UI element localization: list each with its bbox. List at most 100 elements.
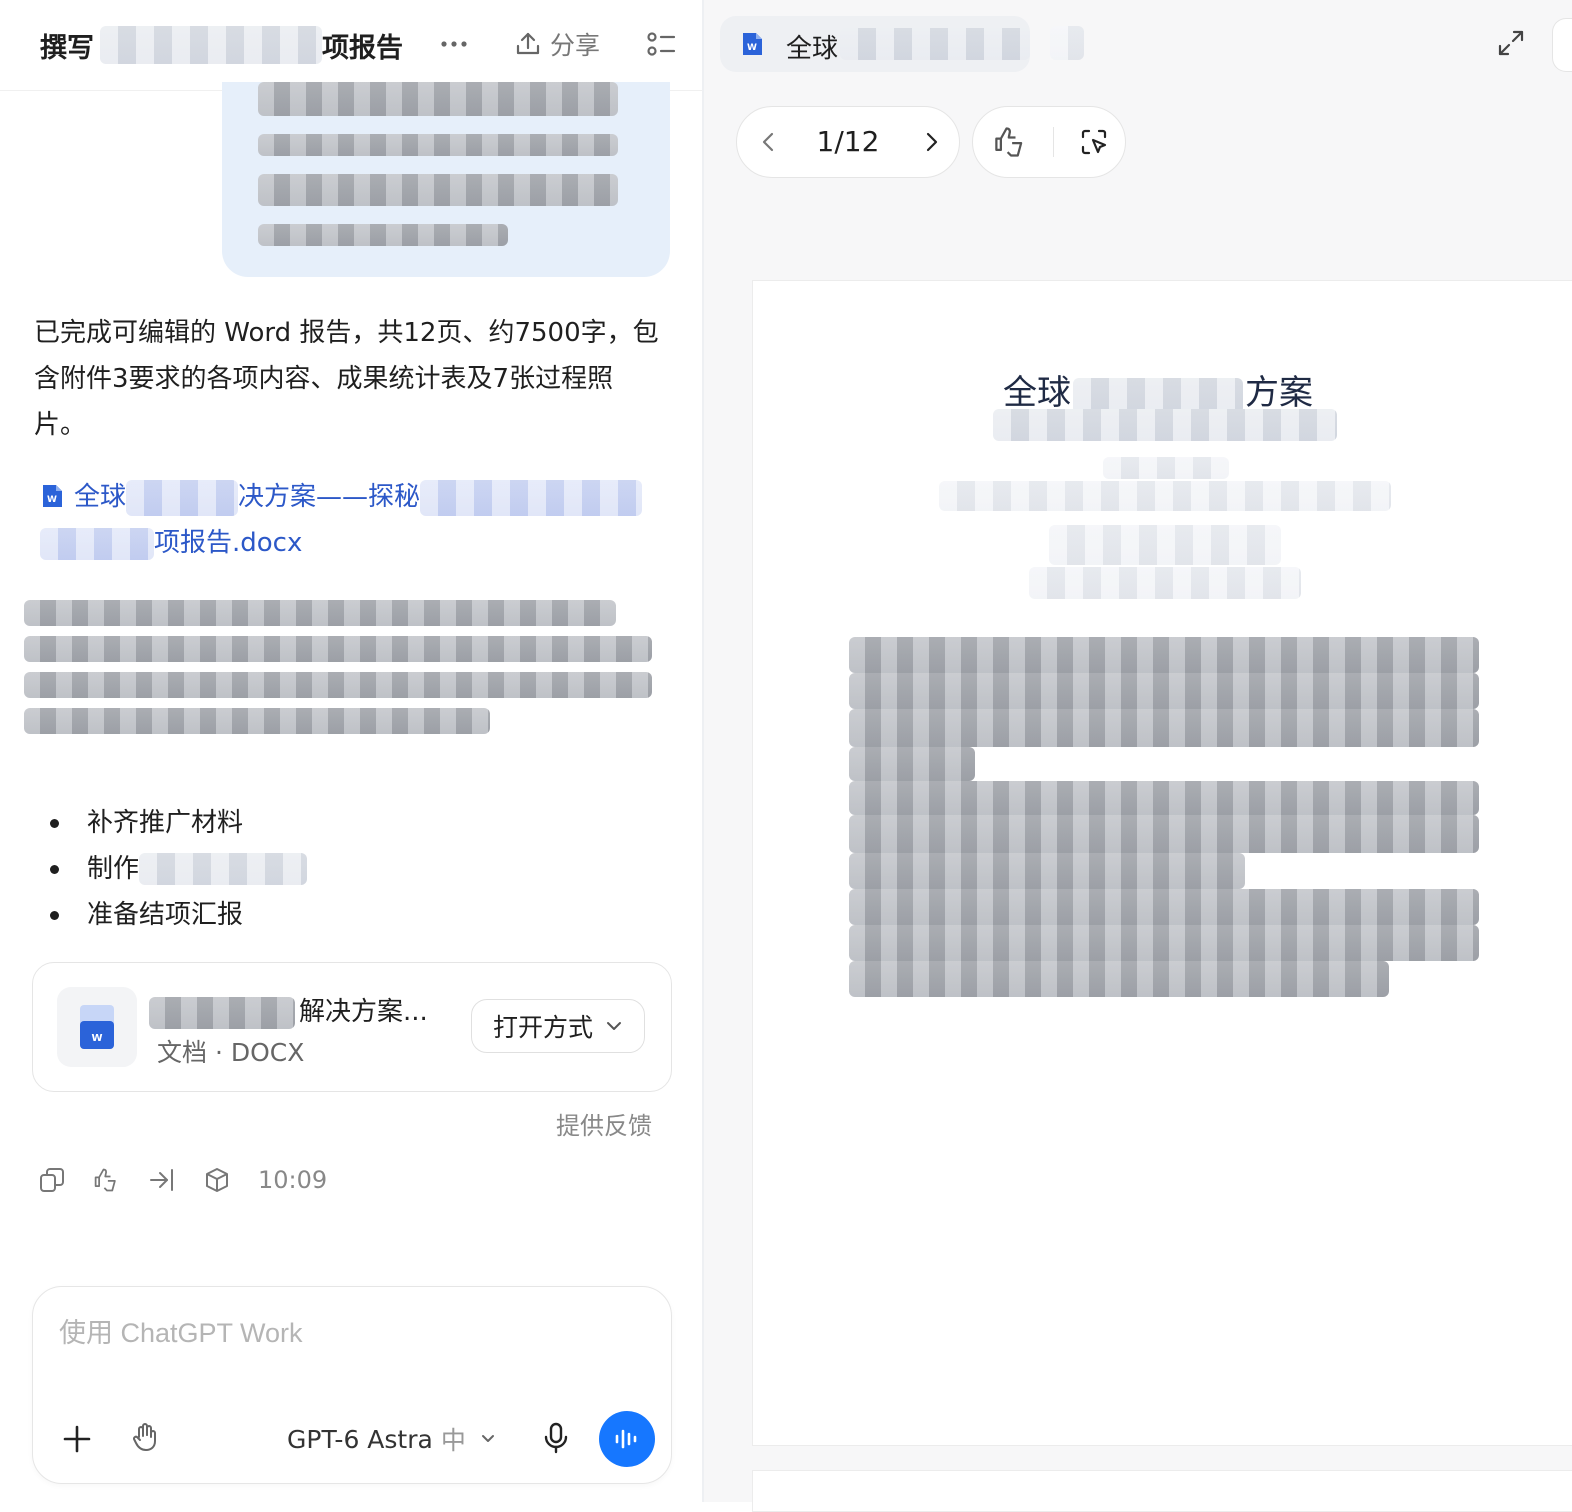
share-arrow-icon <box>150 1169 173 1191</box>
file-link-text-3: 项报告.docx <box>154 528 303 558</box>
redacted-text <box>840 28 1030 60</box>
open-with-label: 打开方式 <box>492 1013 593 1042</box>
more-icon <box>441 41 467 47</box>
redacted-text <box>149 996 295 1029</box>
chat-title-prefix[interactable]: 撰写 <box>40 26 94 65</box>
redacted-text <box>258 82 618 116</box>
chat-header: 撰写 项报告 分享 <box>0 0 702 91</box>
model-info-button[interactable] <box>203 1166 231 1194</box>
redacted-text <box>1049 525 1281 565</box>
copy-icon <box>40 1168 64 1192</box>
file-link-text-2: 决方案——探秘 <box>238 482 421 512</box>
redacted-paragraph <box>24 600 654 744</box>
svg-text:W: W <box>47 495 57 505</box>
redacted-text <box>126 479 239 516</box>
document-tab-title: 全球 <box>786 34 839 64</box>
user-message-bubble <box>222 82 670 277</box>
tools-button[interactable] <box>129 1421 161 1453</box>
more-button[interactable] <box>440 26 468 62</box>
redacted-text <box>258 174 618 206</box>
hand-icon <box>133 1423 156 1451</box>
word-doc-icon: W <box>43 485 62 507</box>
redacted-text <box>849 673 1479 709</box>
redacted-text <box>1103 457 1229 479</box>
rate-button[interactable] <box>93 1166 121 1194</box>
redacted-text <box>849 853 1245 889</box>
message-actions: 10:09 <box>38 1162 327 1198</box>
redacted-text <box>258 134 618 156</box>
redacted-text <box>849 747 975 781</box>
select-area-button[interactable] <box>1079 127 1109 161</box>
outline-button[interactable] <box>646 26 676 62</box>
chevron-right-icon <box>926 132 938 152</box>
share-label: 分享 <box>550 31 601 60</box>
redacted-text <box>24 636 652 662</box>
message-input[interactable] <box>57 1317 641 1350</box>
expand-button[interactable] <box>1494 26 1528 60</box>
redacted-text <box>849 637 1479 673</box>
file-attachment-card[interactable]: W 解决方案... 文档 · DOCX 打开方式 <box>32 962 672 1092</box>
side-panel-toggle[interactable] <box>1552 18 1572 72</box>
svg-text:W: W <box>747 43 757 53</box>
next-steps-list: 补齐推广材料 制作 准备结项汇报 <box>50 800 308 938</box>
redacted-text <box>24 600 616 626</box>
model-effort: 中 <box>440 1426 466 1455</box>
file-link-text-1: 全球 <box>74 482 127 512</box>
list-icon <box>647 32 676 56</box>
document-tools <box>972 106 1126 178</box>
redacted-text <box>849 889 1479 925</box>
share-icon <box>516 32 540 55</box>
document-page <box>752 1470 1572 1512</box>
document-page: 全球 方案 <box>752 280 1572 1446</box>
share-button[interactable]: 分享 <box>514 26 600 62</box>
redacted-text <box>849 781 1479 815</box>
redacted-text <box>993 409 1337 441</box>
word-doc-icon: W <box>743 33 762 55</box>
model-label: GPT-6 Astra <box>287 1424 433 1454</box>
mic-icon <box>544 1422 568 1454</box>
plus-icon <box>63 1425 91 1453</box>
redacted-text <box>1029 567 1301 599</box>
add-attachment-button[interactable] <box>61 1423 93 1455</box>
file-type: 文档 · DOCX <box>157 1038 305 1067</box>
document-preview-pane: W 全球 1/12 全球 方案 <box>704 0 1572 1512</box>
dictate-button[interactable] <box>541 1421 571 1455</box>
cube-icon <box>206 1168 228 1192</box>
share-response-button[interactable] <box>148 1166 176 1194</box>
redacted-title <box>100 26 322 64</box>
file-name: 解决方案... <box>149 991 428 1029</box>
expand-icon <box>1498 30 1524 56</box>
list-item: 补齐推广材料 <box>50 800 307 846</box>
redacted-text <box>40 527 154 560</box>
select-icon <box>1081 129 1107 155</box>
voice-icon <box>615 1429 637 1449</box>
composer: GPT-6 Astra 中 <box>32 1286 672 1484</box>
copy-button[interactable] <box>38 1166 66 1194</box>
chat-title-suffix[interactable]: 项报告 <box>322 26 403 65</box>
next-page-button[interactable] <box>919 129 943 159</box>
list-item: 准备结项汇报 <box>50 892 307 938</box>
word-doc-icon: W <box>57 987 137 1067</box>
chevron-down-icon <box>481 1435 494 1442</box>
chat-pane: 撰写 项报告 分享 已完成可编辑的 Word 报告，共12页、约7500字，包含… <box>0 0 702 1502</box>
model-selector[interactable]: GPT-6 Astra 中 <box>287 1421 496 1457</box>
rate-document-button[interactable] <box>993 125 1029 163</box>
feedback-link[interactable]: 提供反馈 <box>556 1106 652 1141</box>
redacted-text <box>849 925 1479 961</box>
redacted-text <box>1050 26 1084 60</box>
timestamp: 10:09 <box>258 1166 328 1194</box>
redacted-text <box>849 709 1479 747</box>
chevron-down-icon <box>607 1022 621 1030</box>
document-heading: 全球 方案 <box>1003 365 1313 415</box>
file-link[interactable]: W 全球 决方案——探秘项报告.docx <box>40 474 660 566</box>
redacted-text <box>24 672 652 698</box>
voice-mode-button[interactable] <box>599 1411 655 1467</box>
redacted-text <box>258 224 508 246</box>
svg-text:W: W <box>91 1033 102 1044</box>
feedback-icon <box>94 1168 116 1192</box>
redacted-text <box>939 481 1391 511</box>
redacted-text <box>849 815 1479 853</box>
document-tab[interactable]: W 全球 <box>720 16 1030 72</box>
redacted-text <box>420 479 643 516</box>
open-with-button[interactable]: 打开方式 <box>471 999 645 1053</box>
